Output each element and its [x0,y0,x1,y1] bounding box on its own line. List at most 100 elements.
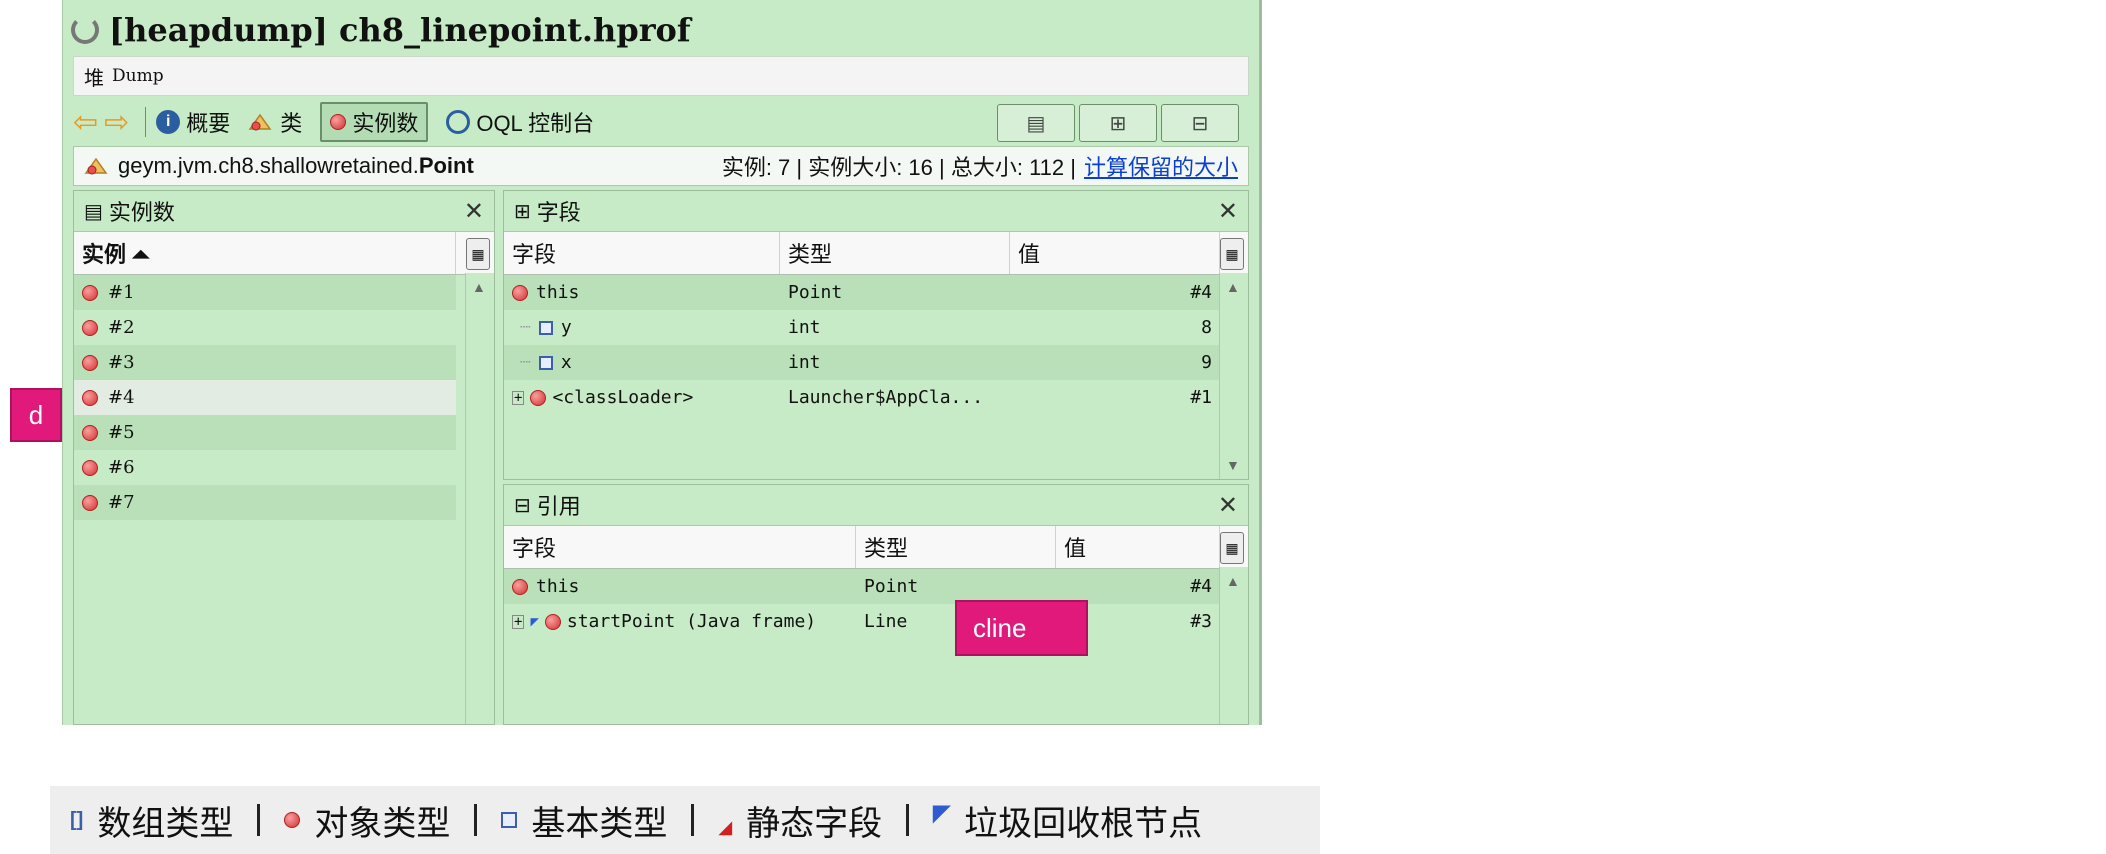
object-icon [530,389,547,406]
window-title: [heapdump] ch8_linepoint.hprof [109,11,691,49]
value-column-header[interactable]: 值 [1056,526,1220,568]
instances-list: #1 #2 #3 #4 #5 #6 #7 [74,275,456,520]
primitive-icon [538,355,553,370]
list-item[interactable]: #2 [74,310,456,345]
references-icon: ⊟ [514,494,531,517]
scroll-down-icon[interactable]: ▼ [1226,457,1240,473]
value-cell: #1 [1190,387,1212,408]
back-arrow-icon[interactable]: ⇦ [73,105,98,140]
close-icon[interactable]: ✕ [464,197,484,226]
field-cell: + ◤ startPoint (Java frame) [512,611,817,632]
legend-divider [691,804,695,836]
field-cell: this [504,275,780,310]
list-item[interactable]: #5 [74,415,456,450]
list-item[interactable]: #6 [74,450,456,485]
type-column-header[interactable]: 类型 [856,526,1056,568]
fields-panel: ⊞ 字段 ✕ 字段 类型 值 ▦ this Point #4 ┈ y int 8 … [503,190,1249,480]
table-row[interactable]: + ◤ startPoint (Java frame) Line #3 [504,604,1220,639]
fields-scrollbar[interactable]: ▲ ▼ [1219,273,1248,479]
type-column-header[interactable]: 类型 [780,232,1010,274]
list-item[interactable]: #4 [74,380,456,415]
dump-tab[interactable]: 堆 Dump [73,56,1249,96]
fields-table: this Point #4 ┈ y int 8 ┈ x int 9 + <classL… [504,275,1220,415]
object-icon [284,812,301,828]
legend-divider [257,804,261,836]
oql-console-button[interactable]: OQL 控制台 [446,106,594,138]
references-view-button[interactable]: ⊟ [1161,104,1239,142]
type-cell: Launcher$AppCla... [788,387,984,408]
references-table-header: 字段 类型 值 ▦ [504,526,1248,569]
legend-primitive-label: 基本类型 [531,804,668,843]
field-cell: + <classLoader> [512,387,694,408]
instance-cell: #2 [74,310,135,345]
references-panel-header: ⊟ 引用 ✕ [504,485,1248,526]
instances-button[interactable]: 实例数 [320,102,429,142]
list-item[interactable]: #7 [74,485,456,520]
toolbar: ⇦ ⇨ i 概要 类 实例数 OQL 控制台 ▤ ⊞ ⊟ [73,100,1249,144]
object-icon [82,319,98,336]
value-cell: #4 [1190,576,1212,597]
dump-tab-label: Dump [112,66,164,86]
legend-object: 对象类型 [284,796,450,845]
instance-column-header[interactable]: 实例 ⏶ [74,232,456,274]
instance-id: #6 [108,457,135,478]
primitive-icon [501,812,518,828]
instances-panel-title: 实例数 [108,200,175,225]
column-picker-icon[interactable]: ▦ [1220,532,1244,564]
expand-icon[interactable]: + [512,614,525,629]
summary-label: 概要 [186,111,231,136]
object-icon [82,284,98,301]
table-row[interactable]: ┈ x int 9 [504,345,1220,380]
scroll-up-icon[interactable]: ▲ [472,279,486,295]
instances-panel-header: ▤ 实例数 ✕ [74,191,494,232]
value-cell: #4 [1190,282,1212,303]
scroll-up-icon[interactable]: ▲ [1226,573,1240,589]
list-item[interactable]: #3 [74,345,456,380]
compute-retained-size-link[interactable]: 计算保留的大小 [1084,150,1238,182]
instance-id: #5 [108,422,135,443]
object-icon [82,389,98,406]
legend-gcroot-label: 垃圾回收根节点 [964,804,1203,843]
oql-icon [446,110,471,134]
field-column-header[interactable]: 字段 [504,526,856,568]
column-picker-icon[interactable]: ▦ [466,238,490,270]
object-icon [512,284,528,301]
column-picker-icon[interactable]: ▦ [1220,238,1244,270]
field-cell: this [504,569,856,604]
type-cell: int [788,317,821,338]
forward-arrow-icon[interactable]: ⇨ [104,105,129,140]
table-row[interactable]: + <classLoader> Launcher$AppCla... #1 [504,380,1220,415]
object-icon [82,354,98,371]
close-icon[interactable]: ✕ [1218,491,1238,520]
instance-id: #2 [108,317,135,338]
summary-button[interactable]: i 概要 [156,106,230,138]
instance-cell: #6 [74,450,135,485]
instance-id: #4 [108,387,135,408]
classes-button[interactable]: 类 [248,106,302,138]
table-row[interactable]: this Point #4 [504,275,1220,310]
object-icon [512,578,528,595]
instances-view-button[interactable]: ▤ [997,104,1075,142]
loading-icon [71,16,99,44]
static-field-icon: ◢ [718,816,733,837]
legend-object-label: 对象类型 [314,804,451,843]
scroll-up-icon[interactable]: ▲ [1226,279,1240,295]
references-scrollbar[interactable]: ▲ [1219,567,1248,724]
instance-id: #1 [108,282,135,303]
annotation-label-cline: cline [955,600,1088,656]
expand-icon[interactable]: + [512,390,525,405]
instance-cell: #4 [74,380,135,415]
table-row[interactable]: this Point #4 [504,569,1220,604]
references-panel-title: 引用 [536,494,581,519]
table-row[interactable]: ┈ y int 8 [504,310,1220,345]
instances-scrollbar[interactable]: ▲ [465,273,494,724]
oql-label: OQL 控制台 [476,111,595,136]
list-item[interactable]: #1 [74,275,456,310]
close-icon[interactable]: ✕ [1218,197,1238,226]
instance-cell: #5 [74,415,135,450]
references-panel: ⊟ 引用 ✕ 字段 类型 值 ▦ this Point #4 + ◤ startPo… [503,484,1249,725]
fields-view-button[interactable]: ⊞ [1079,104,1157,142]
type-cell: int [788,352,821,373]
field-column-header[interactable]: 字段 [504,232,780,274]
value-column-header[interactable]: 值 [1010,232,1220,274]
